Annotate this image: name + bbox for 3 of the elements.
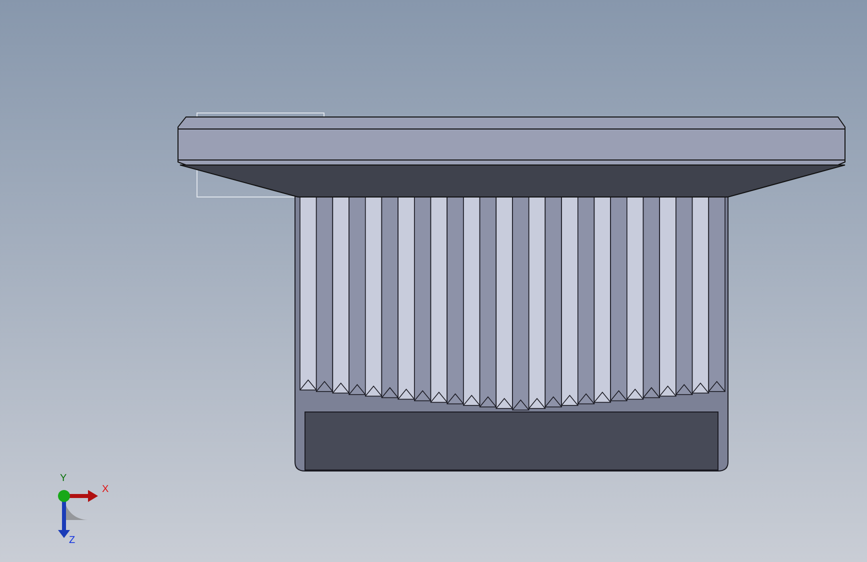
x-axis-label: X bbox=[102, 485, 109, 495]
y-axis-label: Y bbox=[60, 474, 67, 484]
z-axis-label: Z bbox=[69, 536, 76, 546]
